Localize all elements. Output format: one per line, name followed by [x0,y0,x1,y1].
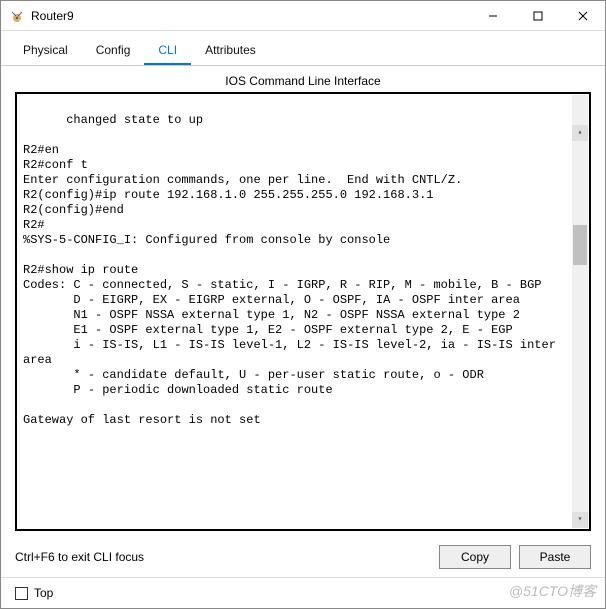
scroll-up-icon[interactable]: ▴ [572,125,588,141]
router-icon [9,8,25,24]
window-footer: Top [1,578,605,608]
minimize-button[interactable] [470,1,515,30]
scrollbar[interactable]: ▴ ▾ [572,95,588,528]
tab-config[interactable]: Config [82,37,145,65]
cli-hint: Ctrl+F6 to exit CLI focus [15,550,431,564]
paste-button[interactable]: Paste [519,545,591,569]
section-title: IOS Command Line Interface [1,66,605,92]
window-title: Router9 [31,9,470,23]
cli-output[interactable]: changed state to up R2#en R2#conf t Ente… [15,92,591,531]
top-label: Top [34,586,53,600]
close-button[interactable] [560,1,605,30]
window-controls [470,1,605,30]
tab-bar: Physical Config CLI Attributes [1,31,605,66]
copy-button[interactable]: Copy [439,545,511,569]
cli-footer-row: Ctrl+F6 to exit CLI focus Copy Paste [1,539,605,578]
cli-text: changed state to up R2#en R2#conf t Ente… [23,113,563,427]
maximize-button[interactable] [515,1,560,30]
top-checkbox[interactable] [15,587,28,600]
scroll-thumb[interactable] [573,225,587,265]
tab-physical[interactable]: Physical [9,37,82,65]
scroll-down-icon[interactable]: ▾ [572,512,588,528]
tab-attributes[interactable]: Attributes [191,37,270,65]
cli-panel: changed state to up R2#en R2#conf t Ente… [15,92,591,531]
tab-cli[interactable]: CLI [144,37,191,65]
titlebar: Router9 [1,1,605,31]
app-window: Router9 Physical Config CLI Attributes I… [0,0,606,609]
